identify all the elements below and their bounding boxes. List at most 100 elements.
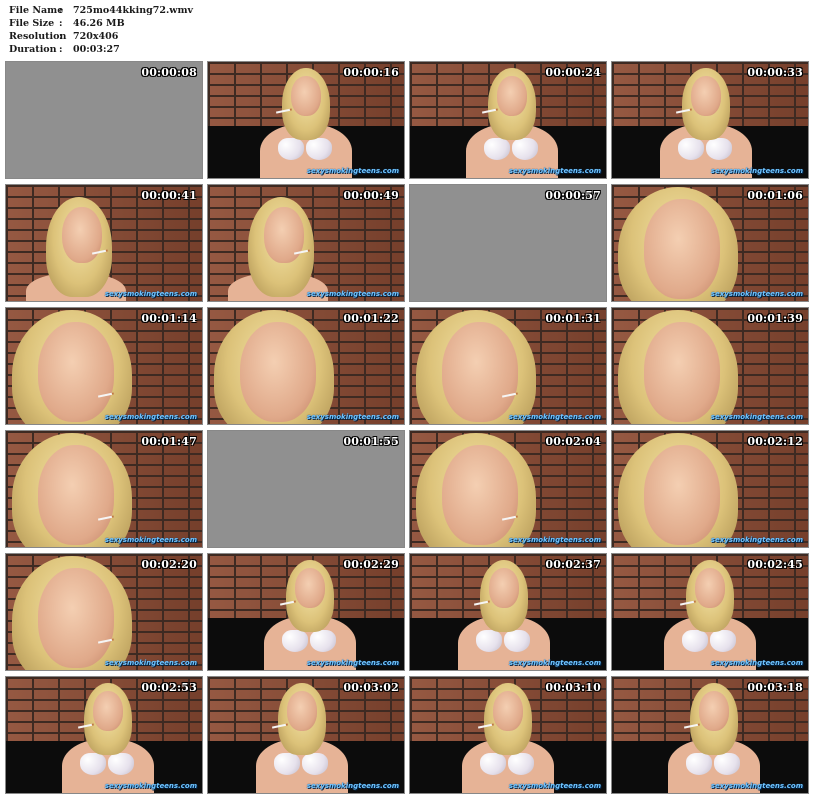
info-label: Duration [9,44,57,55]
timestamp-label: 00:00:08 [141,66,197,79]
video-thumbnail: 00:01:22 sexysmokingteens.com [207,307,405,425]
video-thumbnail: 00:00:41 sexysmokingteens.com [5,184,203,302]
timestamp-label: 00:01:55 [343,435,399,448]
person-face [62,207,102,263]
person-top [508,753,534,775]
thumbnail-grid: 00:00:08 00:00:16 sexysmokingteens.com 00:0… [5,61,809,794]
video-thumbnail: 00:02:04 sexysmokingteens.com [409,430,607,548]
info-row: Duration:00:03:27 [9,43,193,56]
person-top [480,753,506,775]
person-face [93,691,123,731]
watermark-text: sexysmokingteens.com [104,290,197,298]
info-row: Resolution:720x406 [9,30,193,43]
video-thumbnail: 00:01:14 sexysmokingteens.com [5,307,203,425]
watermark-text: sexysmokingteens.com [508,782,601,790]
person-top [108,753,134,775]
person-top [476,630,502,652]
person-top [282,630,308,652]
person-top [306,138,332,160]
person-face [442,445,518,545]
video-thumbnail: 00:02:37 sexysmokingteens.com [409,553,607,671]
person-top [714,753,740,775]
video-thumbnail: 00:02:29 sexysmokingteens.com [207,553,405,671]
watermark-text: sexysmokingteens.com [710,167,803,175]
timestamp-label: 00:01:22 [343,312,399,325]
video-thumbnail: 00:00:57 [409,184,607,302]
person-face [644,199,720,299]
person-top [710,630,736,652]
watermark-text: sexysmokingteens.com [508,167,601,175]
video-thumbnail: 00:00:33 sexysmokingteens.com [611,61,809,179]
person-face [695,568,725,608]
timestamp-label: 00:00:24 [545,66,601,79]
person-face [287,691,317,731]
person-face [38,445,114,545]
watermark-text: sexysmokingteens.com [306,782,399,790]
person-face [240,322,316,422]
person-top [302,753,328,775]
person-top [278,138,304,160]
timestamp-label: 00:03:02 [343,681,399,694]
watermark-text: sexysmokingteens.com [508,659,601,667]
person-top [504,630,530,652]
timestamp-label: 00:01:31 [545,312,601,325]
info-value: 46.26 MB [73,18,125,29]
person-top [706,138,732,160]
video-thumbnail: 00:02:12 sexysmokingteens.com [611,430,809,548]
info-row: File Name:725mo44kking72.wmv [9,4,193,17]
info-separator: : [59,31,63,42]
file-info-panel: File Name:725mo44kking72.wmv File Size:46… [9,4,193,56]
timestamp-label: 00:00:57 [545,189,601,202]
watermark-text: sexysmokingteens.com [710,659,803,667]
person-face [264,207,304,263]
watermark-text: sexysmokingteens.com [508,536,601,544]
watermark-text: sexysmokingteens.com [306,659,399,667]
person-face [442,322,518,422]
info-value: 00:03:27 [73,44,120,55]
person-top [484,138,510,160]
person-top [686,753,712,775]
person-face [699,691,729,731]
watermark-text: sexysmokingteens.com [104,782,197,790]
video-thumbnail: 00:02:20 sexysmokingteens.com [5,553,203,671]
blank-frame [208,431,404,547]
timestamp-label: 00:03:10 [545,681,601,694]
video-thumbnail: 00:01:47 sexysmokingteens.com [5,430,203,548]
watermark-text: sexysmokingteens.com [710,413,803,421]
person-face [493,691,523,731]
timestamp-label: 00:02:53 [141,681,197,694]
timestamp-label: 00:02:20 [141,558,197,571]
timestamp-label: 00:00:41 [141,189,197,202]
timestamp-label: 00:00:16 [343,66,399,79]
video-thumbnail: 00:01:06 sexysmokingteens.com [611,184,809,302]
person-face [497,76,527,116]
info-label: Resolution [9,31,67,42]
timestamp-label: 00:02:29 [343,558,399,571]
video-thumbnail: 00:03:18 sexysmokingteens.com [611,676,809,794]
watermark-text: sexysmokingteens.com [104,413,197,421]
watermark-text: sexysmokingteens.com [306,290,399,298]
person-face [644,445,720,545]
person-face [644,322,720,422]
video-thumbnail: 00:03:02 sexysmokingteens.com [207,676,405,794]
watermark-text: sexysmokingteens.com [306,413,399,421]
video-thumbnail: 00:02:53 sexysmokingteens.com [5,676,203,794]
video-thumbnail: 00:01:55 [207,430,405,548]
timestamp-label: 00:02:04 [545,435,601,448]
info-separator: : [59,44,63,55]
video-thumbnail: 00:00:16 sexysmokingteens.com [207,61,405,179]
blank-frame [6,62,202,178]
person-face [38,568,114,668]
person-top [80,753,106,775]
person-face [38,322,114,422]
person-face [291,76,321,116]
person-face [489,568,519,608]
video-thumbnail: 00:01:31 sexysmokingteens.com [409,307,607,425]
timestamp-label: 00:01:06 [747,189,803,202]
info-separator: : [59,18,63,29]
info-value: 725mo44kking72.wmv [73,5,194,16]
watermark-text: sexysmokingteens.com [710,536,803,544]
timestamp-label: 00:01:47 [141,435,197,448]
video-thumbnail: 00:03:10 sexysmokingteens.com [409,676,607,794]
timestamp-label: 00:00:49 [343,189,399,202]
